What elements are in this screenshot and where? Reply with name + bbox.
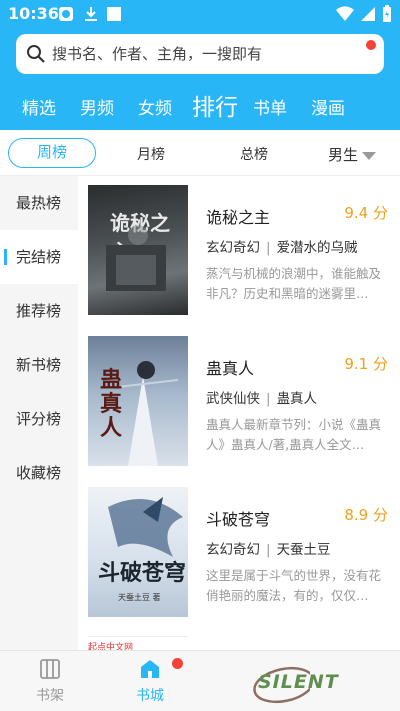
filter-weekly[interactable]: 周榜 <box>8 138 96 168</box>
bookshelf-icon <box>40 659 60 679</box>
nav-notification-dot <box>172 658 183 669</box>
gender-label: 男生 <box>328 146 359 164</box>
meta-separator: | <box>266 240 271 256</box>
search-bar[interactable] <box>16 34 384 74</box>
meta-separator: | <box>266 542 271 558</box>
cover-art <box>106 225 166 291</box>
gender-dropdown[interactable]: 男生 <box>328 144 377 165</box>
book-cover: 斗破苍穹 天蚕土豆 著 <box>88 487 188 617</box>
home-icon <box>141 660 159 678</box>
book-description: 蛊真人最新章节列：小说《蛊真人》蛊真人/著,蛊真人全文… <box>206 417 382 452</box>
book-title: 斗破苍穹 <box>206 510 271 529</box>
book-list-item[interactable]: 斗破苍穹 天蚕土豆 著 斗破苍穹 8.9 分 玄幻奇幻 | 天蚕土豆 这里是属于斗气… <box>78 478 400 628</box>
ranking-sidebar: 最热榜 完结榜 推荐榜 新书榜 评分榜 收藏榜 <box>0 176 78 650</box>
tab-nvpin[interactable]: 女频 <box>138 94 172 119</box>
filter-total[interactable]: 总榜 <box>240 144 268 164</box>
book-score: 9.4 分 <box>344 204 388 222</box>
book-category: 武侠仙侠 <box>206 391 260 407</box>
watermark-text: SILENT <box>258 671 339 693</box>
status-bar: 10:36 <box>0 0 400 28</box>
book-meta: 玄幻奇幻 | 天蚕土豆 <box>206 538 331 558</box>
book-author: 天蚕土豆 <box>276 542 331 558</box>
book-list-item[interactable]: 诡秘之主 诡秘之主 9.4 分 玄幻奇幻 | 爱潜水的乌贼 蒸汽与机械的浪潮中，谁能… <box>78 176 400 326</box>
sidebar-item-new[interactable]: 新书榜 <box>0 338 78 392</box>
header: 10:36 精选 男频 女频 排行 书单 漫画 <box>0 0 400 130</box>
search-notification-dot <box>366 40 376 50</box>
book-category: 玄幻奇幻 <box>206 240 260 256</box>
status-right <box>336 5 392 23</box>
sidebar-item-hottest[interactable]: 最热榜 <box>0 176 78 230</box>
book-title: 诡秘之主 <box>206 208 271 227</box>
book-cover: 诡秘之主 <box>88 185 188 315</box>
book-author: 蛊真人 <box>276 391 318 407</box>
wifi-icon <box>336 6 354 22</box>
sidebar-item-rating[interactable]: 评分榜 <box>0 392 78 446</box>
sidebar-item-completed[interactable]: 完结榜 <box>0 230 78 284</box>
book-author: 爱潜水的乌贼 <box>276 240 358 256</box>
chevron-down-icon <box>362 151 377 160</box>
tab-jingxuan[interactable]: 精选 <box>22 94 56 119</box>
bottom-navigation: 书架 书城 SILENT <box>0 650 400 711</box>
book-title: 蛊真人 <box>206 359 255 378</box>
book-meta: 武侠仙侠 | 蛊真人 <box>206 387 317 407</box>
book-cover: 蛊真人 <box>88 336 188 466</box>
meta-separator: | <box>266 391 271 407</box>
nav-bookstore[interactable]: 书城 <box>100 657 200 705</box>
app-notification-icon <box>59 7 73 21</box>
tab-paihang[interactable]: 排行 <box>192 88 238 122</box>
tab-shudan[interactable]: 书单 <box>253 94 287 119</box>
book-description: 这里是属于斗气的世界，没有花俏艳丽的魔法，有的，仅仅… <box>206 568 382 603</box>
book-score: 9.1 分 <box>344 355 388 373</box>
sidebar-item-favorites[interactable]: 收藏榜 <box>0 446 78 500</box>
square-notification-icon <box>107 7 121 21</box>
book-description: 蒸汽与机械的浪潮中，谁能触及非凡？历史和黑暗的迷雾里… <box>206 266 382 301</box>
next-book-cover-partial[interactable]: 起点中文网 <box>88 636 188 653</box>
nav-bookshelf[interactable]: 书架 <box>0 657 100 705</box>
tab-nanpin[interactable]: 男频 <box>80 94 114 119</box>
battery-icon <box>383 5 391 22</box>
cover-author: 天蚕土豆 著 <box>118 593 161 602</box>
sidebar-item-recommended[interactable]: 推荐榜 <box>0 284 78 338</box>
status-time: 10:36 <box>8 4 59 23</box>
book-meta: 玄幻奇幻 | 爱潜水的乌贼 <box>206 236 358 256</box>
filter-monthly[interactable]: 月榜 <box>137 144 165 164</box>
signal-icon <box>361 7 375 21</box>
nav-bookshelf-label: 书架 <box>36 688 64 704</box>
top-tabs: 精选 男频 女频 排行 书单 漫画 <box>0 88 400 124</box>
book-category: 玄幻奇幻 <box>206 542 260 558</box>
watermark-logo: SILENT <box>210 661 390 709</box>
book-score: 8.9 分 <box>344 506 388 524</box>
cover-title: 蛊真人 <box>100 367 123 441</box>
nav-bookstore-label: 书城 <box>136 688 164 704</box>
search-input[interactable] <box>52 34 352 74</box>
book-list-item[interactable]: 蛊真人 蛊真人 9.1 分 武侠仙侠 | 蛊真人 蛊真人最新章节列：小说《蛊真人》蛊… <box>78 327 400 477</box>
tab-manhua[interactable]: 漫画 <box>311 94 345 119</box>
cover-title: 斗破苍穹 <box>98 560 187 586</box>
download-icon <box>85 7 97 21</box>
ranking-filter-bar: 周榜 月榜 总榜 男生 <box>0 130 400 176</box>
search-icon <box>27 45 45 63</box>
